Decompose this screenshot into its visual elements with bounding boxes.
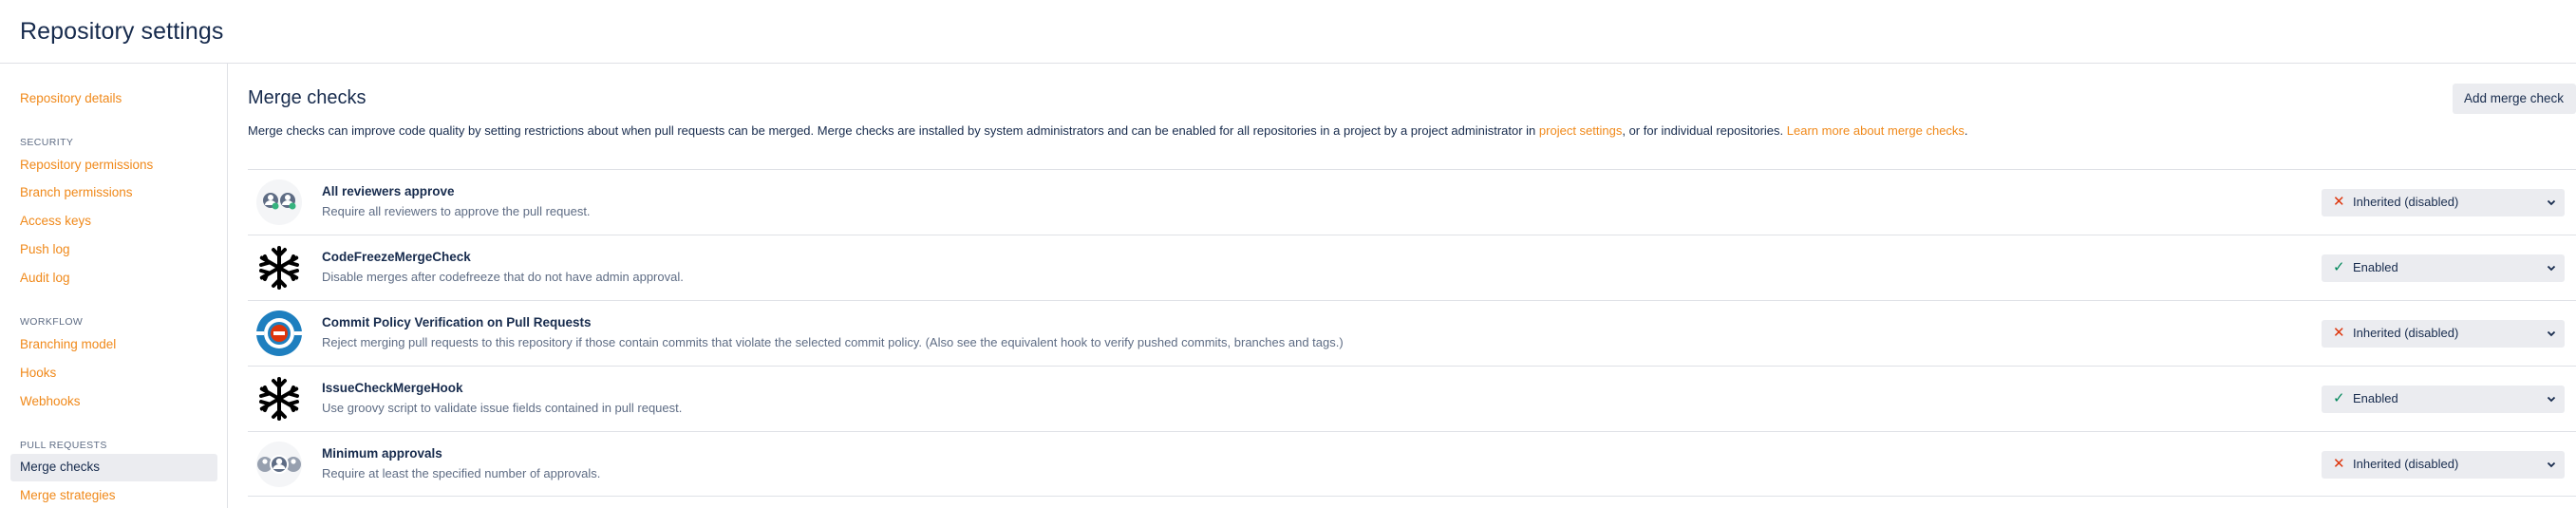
merge-check-list: All reviewers approve Require all review… <box>248 169 2576 497</box>
sidebar-item-repository-permissions[interactable]: Repository permissions <box>20 158 153 172</box>
description-text-2: , or for individual repositories. <box>1622 123 1787 138</box>
disabled-x-icon: ✕ <box>2333 456 2345 472</box>
snowflake-icon <box>259 377 299 421</box>
merge-check-name: Minimum approvals <box>322 446 442 461</box>
disabled-x-icon: ✕ <box>2333 325 2345 341</box>
merge-check-description: Disable merges after codefreeze that do … <box>322 270 684 284</box>
merge-check-row: IssueCheckMergeHook Use groovy script to… <box>248 366 2576 431</box>
learn-more-link[interactable]: Learn more about merge checks <box>1787 123 1965 138</box>
disabled-x-icon: ✕ <box>2333 194 2345 210</box>
merge-check-name: CodeFreezeMergeCheck <box>322 250 471 264</box>
merge-checks-title: Merge checks <box>248 87 367 108</box>
merge-check-row: Commit Policy Verification on Pull Reque… <box>248 300 2576 366</box>
commit-policy-icon <box>256 310 302 356</box>
project-settings-link[interactable]: project settings <box>1539 123 1622 138</box>
sidebar-item-branch-permissions[interactable]: Branch permissions <box>20 185 133 199</box>
settings-sidebar: Repository details SECURITY Repository p… <box>0 64 228 508</box>
sidebar-item-audit-log[interactable]: Audit log <box>20 271 70 285</box>
chevron-down-icon <box>2547 265 2556 272</box>
sidebar-heading-pull-requests: PULL REQUESTS <box>20 440 107 451</box>
merge-check-status-dropdown[interactable]: ✓ Enabled <box>2322 386 2565 413</box>
chevron-down-icon <box>2547 461 2556 468</box>
merge-check-status-dropdown[interactable]: ✓ Enabled <box>2322 254 2565 282</box>
chevron-down-icon <box>2547 330 2556 337</box>
add-merge-check-button[interactable]: Add merge check <box>2453 84 2576 114</box>
approvals-icon <box>256 442 302 487</box>
reviewers-icon <box>256 179 302 225</box>
merge-check-row: Minimum approvals Require at least the s… <box>248 431 2576 497</box>
merge-check-status-label: Enabled <box>2353 391 2398 405</box>
merge-check-name: Commit Policy Verification on Pull Reque… <box>322 315 592 329</box>
sidebar-item-repository-details[interactable]: Repository details <box>20 91 122 105</box>
sidebar-item-hooks[interactable]: Hooks <box>20 366 56 380</box>
sidebar-item-merge-checks-label: Merge checks <box>20 460 101 474</box>
sidebar-heading-security: SECURITY <box>20 137 74 148</box>
sidebar-item-merge-checks[interactable]: Merge checks <box>10 454 217 481</box>
merge-check-status-label: Inherited (disabled) <box>2353 195 2459 209</box>
merge-check-status-label: Enabled <box>2353 260 2398 274</box>
merge-check-description: Reject merging pull requests to this rep… <box>322 335 1344 349</box>
merge-check-row: CodeFreezeMergeCheck Disable merges afte… <box>248 235 2576 300</box>
merge-check-status-label: Inherited (disabled) <box>2353 326 2459 340</box>
merge-checks-description: Merge checks can improve code quality by… <box>248 123 1968 138</box>
description-text-3: . <box>1964 123 1968 138</box>
sidebar-item-webhooks[interactable]: Webhooks <box>20 394 81 408</box>
merge-check-status-dropdown[interactable]: ✕ Inherited (disabled) <box>2322 451 2565 479</box>
merge-check-name: All reviewers approve <box>322 184 455 198</box>
sidebar-item-push-log[interactable]: Push log <box>20 242 70 256</box>
description-text-1: Merge checks can improve code quality by… <box>248 123 1539 138</box>
merge-check-name: IssueCheckMergeHook <box>322 381 463 395</box>
chevron-down-icon <box>2547 199 2556 206</box>
sidebar-item-merge-strategies[interactable]: Merge strategies <box>20 488 116 502</box>
enabled-check-icon: ✓ <box>2333 259 2345 275</box>
chevron-down-icon <box>2547 396 2556 403</box>
merge-check-description: Require all reviewers to approve the pul… <box>322 204 591 218</box>
sidebar-item-branching-model[interactable]: Branching model <box>20 337 116 351</box>
enabled-check-icon: ✓ <box>2333 390 2345 406</box>
page-header: Repository settings <box>0 0 2576 64</box>
merge-check-status-dropdown[interactable]: ✕ Inherited (disabled) <box>2322 320 2565 348</box>
merge-check-description: Require at least the specified number of… <box>322 466 601 480</box>
merge-check-status-dropdown[interactable]: ✕ Inherited (disabled) <box>2322 189 2565 216</box>
merge-check-row: All reviewers approve Require all review… <box>248 169 2576 235</box>
merge-check-description: Use groovy script to validate issue fiel… <box>322 401 683 415</box>
snowflake-icon <box>259 246 299 290</box>
sidebar-heading-workflow: WORKFLOW <box>20 316 84 328</box>
merge-check-status-label: Inherited (disabled) <box>2353 457 2459 471</box>
page-title: Repository settings <box>20 18 224 45</box>
sidebar-item-access-keys[interactable]: Access keys <box>20 214 91 228</box>
